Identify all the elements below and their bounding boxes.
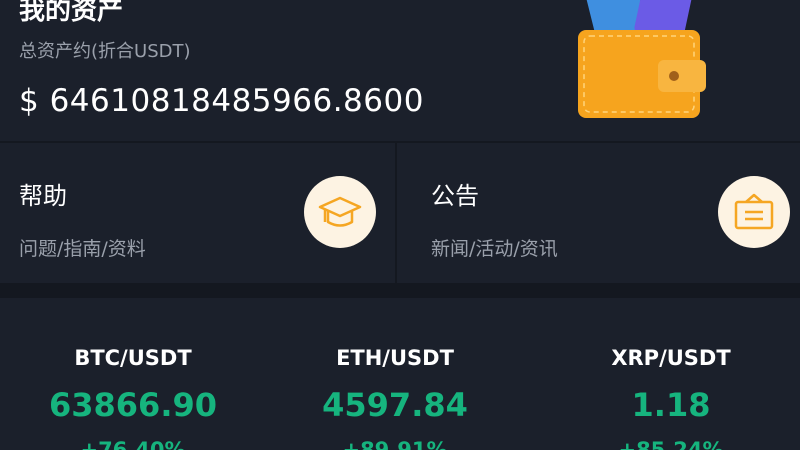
ticker-change: +76.40% (80, 438, 186, 450)
help-card[interactable]: 帮助 问题/指南/资料 (0, 143, 395, 283)
market-tickers: BTC/USDT 63866.90 +76.40% ETH/USDT 4597.… (0, 298, 800, 450)
total-assets-amount: $ 64610818485966.8600 (19, 83, 424, 119)
graduation-cap-icon (304, 176, 376, 248)
ticker-pair: BTC/USDT (74, 346, 192, 370)
announcement-title: 公告 (431, 182, 479, 210)
help-title: 帮助 (19, 182, 67, 210)
section-separator (0, 283, 800, 298)
ticker-btc[interactable]: BTC/USDT 63866.90 +76.40% (0, 298, 266, 450)
announcement-card[interactable]: 公告 新闻/活动/资讯 (397, 143, 800, 283)
assets-header[interactable]: 我的资产 总资产约(折合USDT) $ 64610818485966.8600 (0, 0, 800, 141)
ticker-xrp[interactable]: XRP/USDT 1.18 +85.24% (538, 298, 800, 450)
ticker-change: +89.91% (342, 438, 448, 450)
help-subtitle: 问题/指南/资料 (19, 238, 146, 260)
ticker-change: +85.24% (618, 438, 724, 450)
ticker-eth[interactable]: ETH/USDT 4597.84 +89.91% (262, 298, 528, 450)
ticker-pair: XRP/USDT (611, 346, 731, 370)
ticker-pair: ETH/USDT (336, 346, 454, 370)
ticker-price: 1.18 (631, 386, 711, 424)
ticker-price: 4597.84 (322, 386, 468, 424)
ticker-price: 63866.90 (48, 386, 217, 424)
assets-subtitle: 总资产约(折合USDT) (19, 41, 191, 62)
wallet-icon (578, 0, 706, 118)
assets-title: 我的资产 (19, 0, 124, 26)
notice-board-icon (718, 176, 790, 248)
announcement-subtitle: 新闻/活动/资讯 (431, 238, 558, 260)
